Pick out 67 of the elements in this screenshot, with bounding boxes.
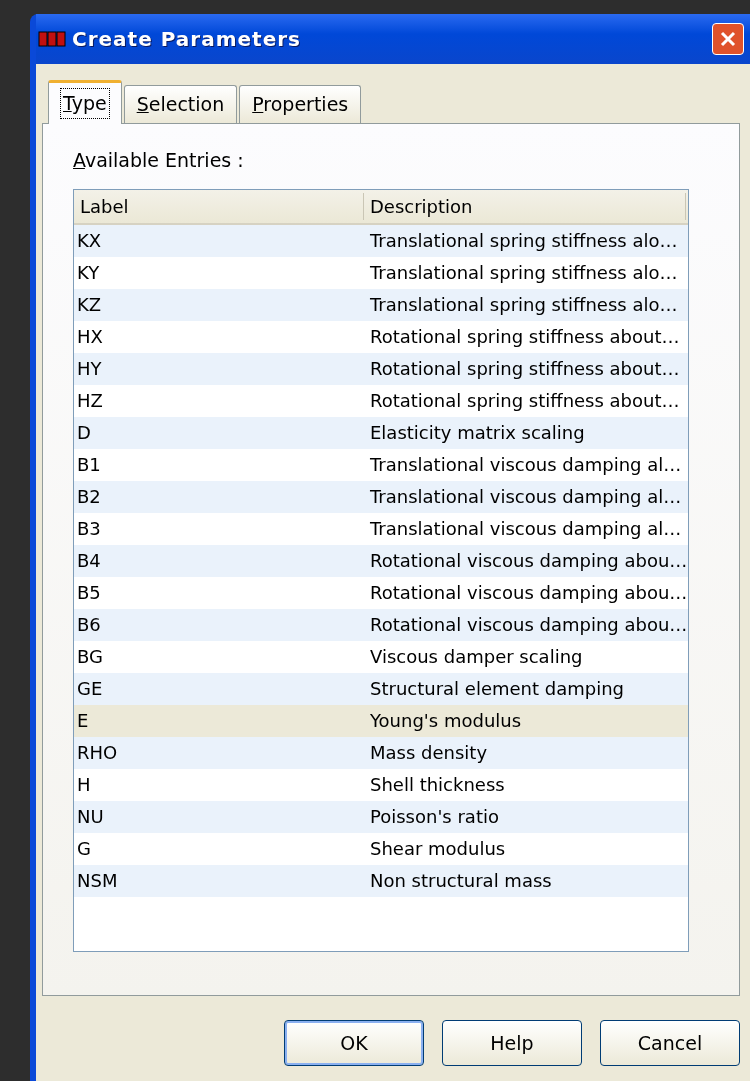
table-cell-text: HY bbox=[76, 357, 103, 381]
table-row[interactable]: HY Rotational spring stiffness about… bbox=[74, 352, 688, 385]
table-row[interactable]: GE Structural element damping bbox=[74, 672, 688, 705]
column-header[interactable]: Description bbox=[364, 192, 686, 220]
table-cell-text: Translational spring stiffness alo… bbox=[369, 293, 679, 317]
table-cell-text: E bbox=[76, 709, 90, 733]
table-cell-text: Rotational viscous damping abou… bbox=[369, 581, 686, 605]
table-cell-text: Elasticity matrix scaling bbox=[369, 421, 586, 445]
dialog-button[interactable]: Help bbox=[442, 1020, 582, 1066]
table-cell-text: Translational spring stiffness alo… bbox=[369, 261, 679, 285]
column-header[interactable]: Label bbox=[74, 192, 364, 220]
tab[interactable]: Type bbox=[48, 80, 122, 124]
table-row[interactable]: KZ Translational spring stiffness alo… bbox=[74, 288, 688, 321]
table-cell-text: Young's modulus bbox=[369, 709, 523, 733]
window-title: Create Parameters bbox=[72, 26, 301, 53]
table-row[interactable]: NSM Non structural mass bbox=[74, 864, 688, 897]
table-cell-text: Mass density bbox=[369, 741, 489, 765]
tab[interactable]: Properties bbox=[239, 85, 362, 123]
table-cell-text: Translational viscous damping al… bbox=[369, 453, 683, 477]
table-cell-text: HX bbox=[76, 325, 104, 349]
table-cell-text: D bbox=[76, 421, 92, 445]
table-cell-text: Rotational spring stiffness about… bbox=[369, 389, 681, 413]
table-cell-text: RHO bbox=[76, 741, 119, 765]
table-cell-text: BG bbox=[76, 645, 104, 669]
table-cell-text: B5 bbox=[76, 581, 102, 605]
close-icon bbox=[719, 30, 737, 48]
table-row[interactable]: NU Poisson's ratio bbox=[74, 800, 688, 833]
table-row[interactable]: B6 Rotational viscous damping abou… bbox=[74, 608, 688, 641]
table-cell-text: KY bbox=[76, 261, 101, 285]
table-cell-text: Translational viscous damping al… bbox=[369, 517, 683, 541]
table-cell-text: KX bbox=[76, 229, 103, 253]
table-row[interactable]: B2 Translational viscous damping al… bbox=[74, 480, 688, 513]
table-row[interactable]: KX Translational spring stiffness alo… bbox=[74, 224, 688, 257]
table-row[interactable]: E Young's modulus bbox=[74, 704, 688, 737]
dialog-button[interactable]: OK bbox=[284, 1020, 424, 1066]
table-cell-text: Rotational spring stiffness about… bbox=[369, 325, 681, 349]
table-cell-text: B4 bbox=[76, 549, 102, 573]
table-cell-text: Non structural mass bbox=[369, 869, 553, 893]
table-cell-text: HZ bbox=[76, 389, 104, 413]
list-label: Available Entries : bbox=[73, 148, 244, 173]
table-cell-text: NSM bbox=[76, 869, 119, 893]
table-row[interactable]: D Elasticity matrix scaling bbox=[74, 416, 688, 449]
table-cell-text: Shell thickness bbox=[369, 773, 506, 797]
close-button[interactable] bbox=[712, 23, 744, 55]
table-cell-text: G bbox=[76, 837, 92, 861]
table-cell-text: KZ bbox=[76, 293, 103, 317]
table-cell-text: Translational viscous damping al… bbox=[369, 485, 683, 509]
table-cell-text: Rotational viscous damping abou… bbox=[369, 549, 686, 573]
tab[interactable]: Selection bbox=[123, 85, 238, 123]
table-cell-text: H bbox=[76, 773, 92, 797]
table-cell-text: Translational spring stiffness alo… bbox=[369, 229, 679, 253]
app-logo-icon bbox=[38, 30, 66, 48]
table-cell-text: Rotational viscous damping abou… bbox=[369, 613, 686, 637]
dialog-button[interactable]: Cancel bbox=[600, 1020, 740, 1066]
table-cell-text: B6 bbox=[76, 613, 102, 637]
table-cell-text: GE bbox=[76, 677, 104, 701]
table-cell-text: B1 bbox=[76, 453, 102, 477]
table-row[interactable]: RHO Mass density bbox=[74, 736, 688, 769]
table-cell-text: B2 bbox=[76, 485, 102, 509]
table-row[interactable]: B4 Rotational viscous damping abou… bbox=[74, 544, 688, 577]
table-cell-text: Structural element damping bbox=[369, 677, 625, 701]
table-cell-text: Poisson's ratio bbox=[369, 805, 500, 829]
table-cell-text: Shear modulus bbox=[369, 837, 507, 861]
table-cell-text: B3 bbox=[76, 517, 102, 541]
table-cell-text: Viscous damper scaling bbox=[369, 645, 584, 669]
table-cell-text: NU bbox=[76, 805, 105, 829]
table-cell-text: Rotational spring stiffness about… bbox=[369, 357, 681, 381]
